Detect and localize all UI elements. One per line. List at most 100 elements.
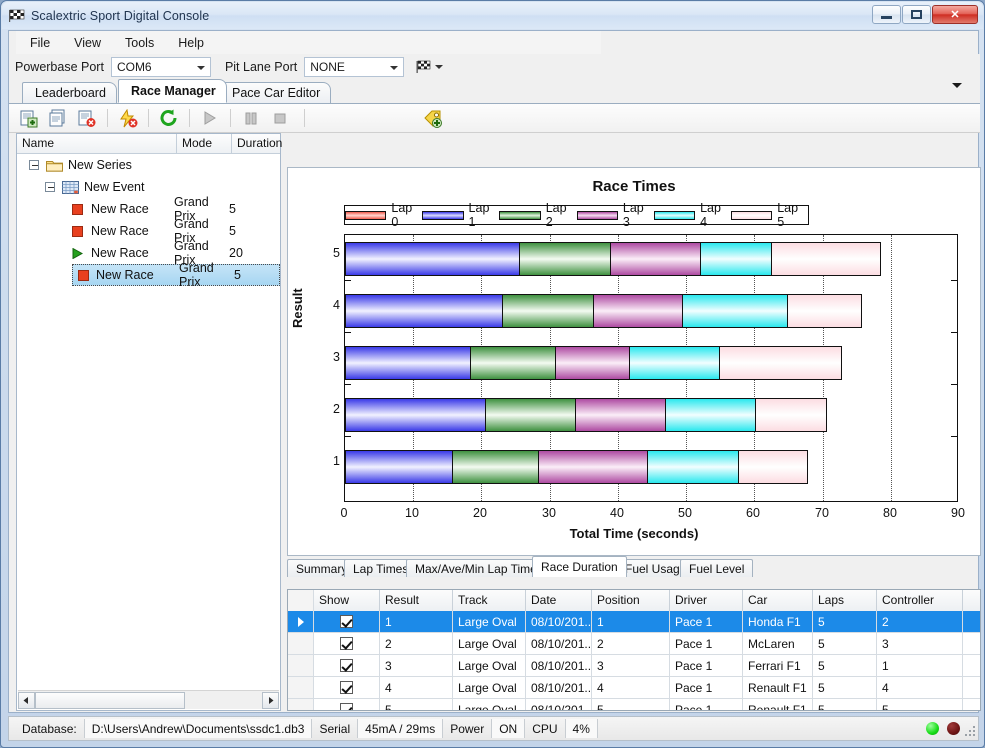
powerbase-port-select[interactable]: COM6: [110, 57, 211, 77]
cell-show[interactable]: [314, 655, 380, 676]
menu-view[interactable]: View: [74, 36, 101, 50]
tab-fuel-level[interactable]: Fuel Level: [680, 559, 754, 577]
show-checkbox[interactable]: [340, 659, 353, 672]
cell-driver: Pace 1: [670, 611, 743, 632]
tab-pace-car-editor[interactable]: Pace Car Editor: [219, 82, 332, 103]
bar-result-4[interactable]: [345, 294, 862, 328]
chevron-down-icon[interactable]: [952, 83, 962, 88]
legend-item-lap0[interactable]: Lap 0: [345, 201, 422, 229]
chart-plot-area: [344, 234, 958, 502]
tab-race-manager[interactable]: Race Manager: [118, 79, 227, 103]
col-date[interactable]: Date: [526, 590, 592, 611]
resize-grip[interactable]: [963, 726, 975, 738]
quick-race-button[interactable]: [115, 106, 141, 130]
bar-segment-lap3: [538, 450, 648, 484]
bar-result-2[interactable]: [345, 398, 827, 432]
menu-tools[interactable]: Tools: [125, 36, 154, 50]
legend-label: Lap 1: [468, 201, 490, 229]
chart-title: Race Times: [592, 178, 676, 195]
scroll-left-icon[interactable]: [18, 691, 35, 709]
document-add-icon: [20, 110, 38, 127]
tree-row-new-event[interactable]: New Event: [17, 176, 280, 198]
cell-date: 08/10/201...: [526, 699, 592, 710]
tree-horizontal-scrollbar[interactable]: [18, 690, 279, 709]
table-row[interactable]: 3 Large Oval 08/10/201... 3 Pace 1 Ferra…: [288, 655, 980, 677]
collapse-expander-icon[interactable]: [45, 182, 55, 192]
col-show[interactable]: Show: [314, 590, 380, 611]
table-row[interactable]: 2 Large Oval 08/10/201... 2 Pace 1 McLar…: [288, 633, 980, 655]
tab-race-duration[interactable]: Race Duration: [532, 556, 627, 577]
show-checkbox[interactable]: [340, 703, 353, 710]
col-car[interactable]: Car: [743, 590, 813, 611]
bar-segment-lap3: [555, 346, 630, 380]
bar-result-5[interactable]: [345, 242, 881, 276]
minimize-button[interactable]: [872, 5, 901, 24]
col-laps[interactable]: Laps: [813, 590, 877, 611]
flag-dropdown-button[interactable]: [416, 60, 444, 74]
legend-item-lap4[interactable]: Lap 4: [653, 201, 731, 229]
col-result[interactable]: Result: [380, 590, 453, 611]
legend-item-lap3[interactable]: Lap 3: [576, 201, 654, 229]
chart-legend: Lap 0 Lap 1 Lap 2 Lap 3 Lap 4 Lap 5: [344, 201, 809, 229]
add-tag-button[interactable]: [420, 106, 446, 130]
collapse-expander-icon[interactable]: [29, 160, 39, 170]
show-checkbox[interactable]: [340, 681, 353, 694]
tab-max-ave-min-lap-times[interactable]: Max/Ave/Min Lap Times: [406, 559, 552, 577]
col-controller[interactable]: Controller: [877, 590, 963, 611]
table-row[interactable]: 4 Large Oval 08/10/201... 4 Pace 1 Renau…: [288, 677, 980, 699]
table-row[interactable]: 5 Large Oval 08/10/201... 5 Pace 1 Renau…: [288, 699, 980, 710]
x-tick-label: 20: [473, 506, 487, 520]
cell-show[interactable]: [314, 699, 380, 710]
bar-result-3[interactable]: [345, 346, 842, 380]
cell-result: 3: [380, 655, 453, 676]
refresh-button[interactable]: [156, 106, 182, 130]
tree-row-new-race-3[interactable]: New Race Grand Prix 20: [17, 239, 280, 267]
chevron-down-icon: [196, 66, 205, 70]
new-series-button[interactable]: [16, 106, 42, 130]
show-checkbox[interactable]: [340, 637, 353, 650]
bar-segment-lap5: [719, 346, 842, 380]
play-button[interactable]: [197, 106, 223, 130]
tree-col-duration[interactable]: Duration: [232, 134, 282, 153]
result-tab-strip: Summary Lap Times Max/Ave/Min Lap Times …: [287, 556, 981, 577]
col-driver[interactable]: Driver: [670, 590, 743, 611]
legend-item-lap1[interactable]: Lap 1: [422, 201, 499, 229]
cell-show[interactable]: [314, 611, 380, 632]
tab-label: Race Duration: [541, 560, 618, 574]
new-event-button[interactable]: [45, 106, 71, 130]
cell-laps: 5: [813, 699, 877, 710]
power-value: ON: [491, 719, 526, 738]
close-button[interactable]: ✕: [932, 5, 978, 24]
stop-button[interactable]: [267, 106, 293, 130]
tree-row-new-race-4-selected[interactable]: New Race Grand Prix 5: [72, 261, 280, 289]
table-row[interactable]: 1 Large Oval 08/10/201... 1 Pace 1 Honda…: [288, 611, 980, 633]
tree-row-new-series[interactable]: New Series: [17, 154, 280, 176]
col-position[interactable]: Position: [592, 590, 670, 611]
cell-show[interactable]: [314, 677, 380, 698]
cell-date: 08/10/201...: [526, 677, 592, 698]
tree-col-name[interactable]: Name: [17, 134, 177, 153]
delete-button[interactable]: [74, 106, 100, 130]
scroll-right-icon[interactable]: [262, 691, 279, 709]
cell-show[interactable]: [314, 633, 380, 654]
legend-item-lap5[interactable]: Lap 5: [730, 201, 808, 229]
pit-lane-port-select[interactable]: NONE: [304, 57, 405, 77]
legend-item-lap2[interactable]: Lap 2: [499, 201, 576, 229]
maximize-button[interactable]: [902, 5, 931, 24]
menu-help[interactable]: Help: [178, 36, 204, 50]
powerbase-port-value: COM6: [116, 60, 152, 74]
tree-col-mode[interactable]: Mode: [177, 134, 232, 153]
bar-result-1[interactable]: [345, 450, 808, 484]
chevron-down-icon: [435, 65, 444, 69]
show-checkbox[interactable]: [340, 615, 353, 628]
tree-row-new-race-1[interactable]: New Race Grand Prix 5: [17, 195, 280, 223]
tab-label: Summary: [296, 561, 348, 576]
cell-driver: Pace 1: [670, 677, 743, 698]
menu-file[interactable]: File: [30, 36, 50, 50]
tree-row-new-race-2[interactable]: New Race Grand Prix 5: [17, 217, 280, 245]
pause-button[interactable]: [238, 106, 264, 130]
col-track[interactable]: Track: [453, 590, 526, 611]
tree-header: Name Mode Duration: [17, 134, 282, 154]
tab-leaderboard[interactable]: Leaderboard: [22, 82, 117, 103]
scroll-thumb[interactable]: [35, 691, 185, 709]
